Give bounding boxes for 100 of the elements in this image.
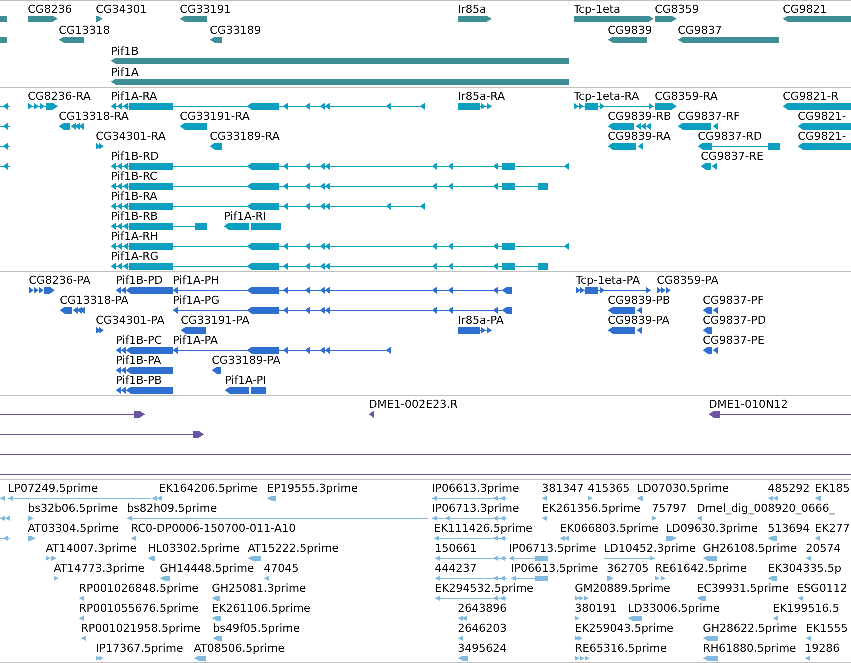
polypeptide-glyph: [703, 347, 718, 354]
transcript-glyph: [96, 143, 104, 150]
gene-glyph: [180, 16, 207, 22]
est-label: RE61642.5prime: [655, 562, 748, 575]
gene-label: CG8236: [28, 3, 72, 16]
est-label: AT03304.5prime: [28, 522, 119, 535]
est-glyph: [131, 536, 136, 541]
polypeptide-glyph: [116, 387, 173, 394]
est-label: 20574: [806, 542, 841, 555]
transcript-glyph: [210, 143, 222, 150]
est-glyph: [575, 656, 590, 661]
est-label: LP07249.5prime: [8, 482, 98, 495]
polypeptide-glyph: [608, 327, 642, 334]
transcript-label: CG9839-RA: [608, 130, 671, 143]
est-glyph: [768, 536, 777, 541]
polypeptide-glyph: [225, 387, 266, 394]
est-label: EK066803.5prime: [560, 522, 659, 535]
transcript-label: CG33189-RA: [210, 130, 280, 143]
gene-label: Tcp-1eta: [574, 3, 621, 16]
gene-glyph: [0, 16, 7, 22]
est-label: 2643896: [458, 602, 507, 615]
est-label: EK164206.5prime: [159, 482, 258, 495]
polypeptide-label: Pif1A-PI: [225, 374, 266, 387]
est-label: ESG0112: [797, 582, 848, 595]
est-label: EK304335.5p: [768, 562, 842, 575]
transcript-label: CG9837-RE: [701, 150, 764, 163]
est-label: HL03302.5prime: [148, 542, 240, 555]
est-label: EK277: [815, 522, 850, 535]
est-glyph: [815, 536, 820, 541]
gene-label: CG8359: [655, 3, 700, 16]
polypeptide-label: Pif1A-PA: [173, 334, 218, 347]
transcript-glyph: [28, 103, 58, 110]
polypeptide-glyph: [458, 327, 492, 334]
est-glyph: [54, 576, 59, 581]
est-glyph: [79, 616, 84, 621]
est-label: EK111426.5prime: [434, 522, 533, 535]
est-glyph: [0, 516, 10, 521]
transcript-glyph: [59, 123, 84, 130]
transcript-label: Pif1B-RD: [111, 150, 159, 163]
est-label: EC39931.5prime: [697, 582, 790, 595]
est-glyph: [637, 496, 643, 501]
transcript-glyph: [224, 223, 281, 230]
est-glyph: [575, 596, 589, 601]
est-glyph: [148, 556, 155, 561]
est-label: LD07030.5prime: [637, 482, 730, 495]
est-label: bs32b06.5prime: [28, 502, 118, 515]
transcript-label: CG9837-RD: [698, 130, 762, 143]
polypeptide-glyph: [703, 327, 712, 334]
est-glyph: [28, 536, 36, 541]
polypeptide-label: Pif1B-PB: [116, 374, 162, 387]
gene-label: Pif1B: [111, 45, 139, 58]
transcript-glyph: [0, 163, 10, 170]
clone-label: DME1-010N12: [709, 398, 788, 411]
polypeptide-glyph: [60, 307, 85, 314]
est-glyph: [542, 496, 547, 501]
est-label: EK185: [815, 482, 850, 495]
polypeptide-glyph: [703, 307, 718, 314]
gene-label: CG33189: [210, 24, 262, 37]
transcript-label: CG9837-RF: [678, 110, 740, 123]
est-glyph: [28, 516, 34, 521]
polypeptide-label: CG13318-PA: [60, 294, 129, 307]
est-label: 2646203: [458, 622, 507, 635]
est-glyph: [511, 576, 548, 581]
est-glyph: [435, 556, 507, 561]
polypeptide-label: CG9837-PE: [703, 334, 765, 347]
est-label: GH28622.5prime: [703, 622, 798, 635]
est-glyph: [213, 636, 222, 641]
polypeptide-label: CG8359-PA: [657, 274, 719, 287]
est-glyph: [212, 616, 221, 621]
gene-glyph: [96, 16, 103, 22]
transcript-label: Pif1B-RC: [111, 170, 158, 183]
est-glyph: [264, 576, 269, 581]
transcript-glyph: [458, 103, 492, 110]
est-glyph: [212, 596, 220, 601]
est-glyph: [703, 656, 718, 661]
polypeptide-label: Pif1B-PD: [116, 274, 163, 287]
est-label: EK259043.5prime: [575, 622, 674, 635]
est-glyph: [458, 656, 468, 661]
est-glyph: [815, 496, 821, 501]
gene-label: Ir85a: [458, 3, 487, 16]
transcript-label: CG9821-: [798, 110, 846, 123]
transcript-label: CG33191-RA: [180, 110, 250, 123]
est-glyph: [152, 496, 163, 501]
est-label: RC0-DP0006-150700-011-A10: [131, 522, 296, 535]
polypeptide-label: Pif1A-PH: [173, 274, 220, 287]
polypeptide-glyph: [212, 367, 221, 374]
gene-label: CG9839: [608, 24, 652, 37]
est-glyph: [806, 636, 811, 641]
clone-label: DME1-002E23.R: [369, 398, 458, 411]
est-label: AT15222.5prime: [248, 542, 339, 555]
est-glyph: [575, 616, 580, 621]
est-label: AT08506.5prime: [194, 642, 285, 655]
polypeptide-label: CG34301-PA: [96, 314, 165, 327]
est-label: AT14773.3prime: [54, 562, 145, 575]
transcript-glyph: [608, 123, 651, 130]
transcript-label: CG8359-RA: [655, 90, 718, 103]
est-glyph: [509, 556, 548, 561]
est-label: GH25081.3prime: [212, 582, 306, 595]
est-glyph: [0, 536, 10, 541]
est-glyph: [805, 656, 810, 661]
